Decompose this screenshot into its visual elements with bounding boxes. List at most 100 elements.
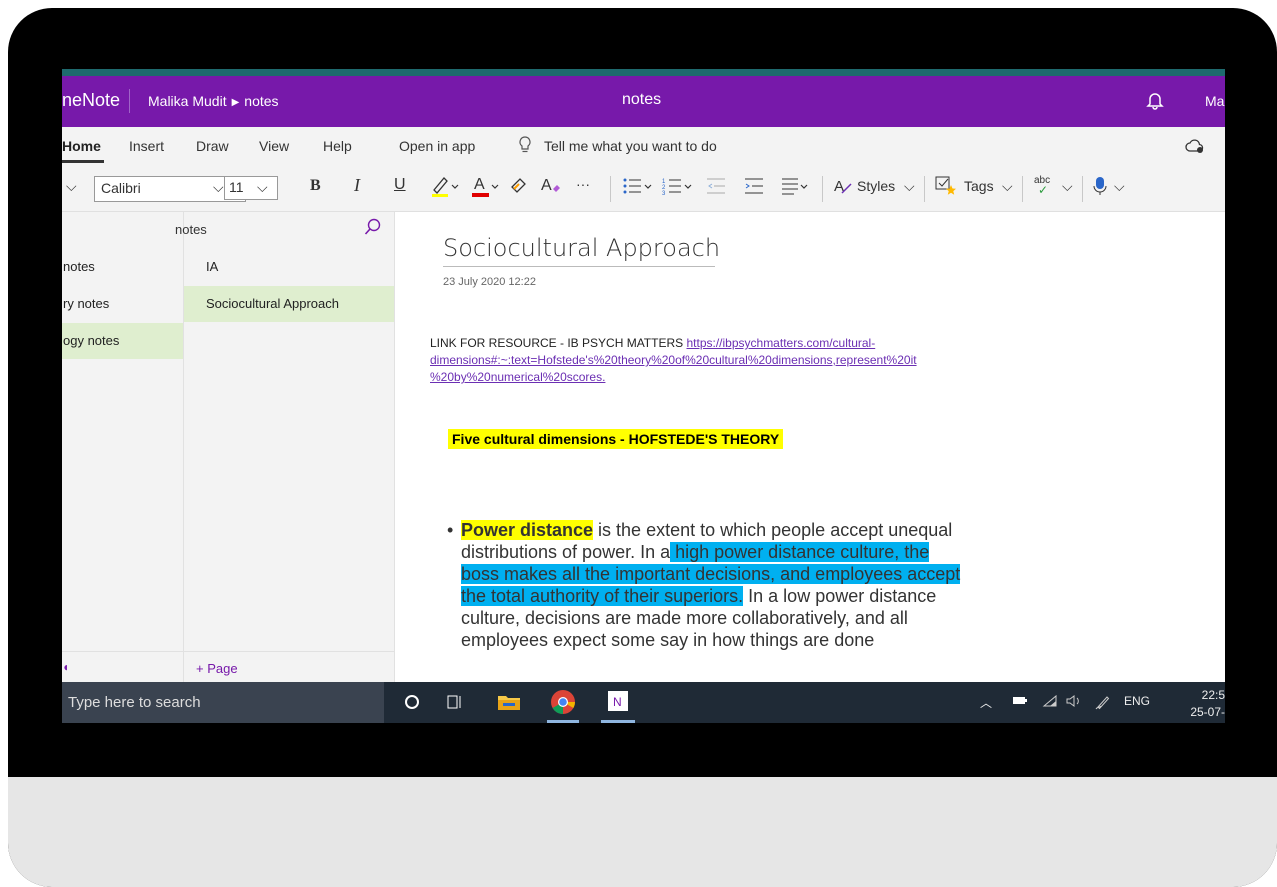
breadcrumb-owner[interactable]: Malika Mudit — [148, 93, 227, 109]
breadcrumb-notebook[interactable]: notes — [244, 93, 278, 109]
tell-me-search[interactable]: Tell me what you want to do — [544, 138, 717, 154]
font-color-icon[interactable]: A — [470, 173, 504, 202]
bullet-paragraph[interactable]: • Power distance is the extent to which p… — [447, 519, 961, 651]
document-title: notes — [622, 91, 662, 108]
tab-insert[interactable]: Insert — [129, 138, 164, 154]
font-family-value: Calibri — [101, 180, 141, 196]
tab-home[interactable]: Home — [62, 138, 101, 154]
font-size-select[interactable]: 11 ⌵ — [224, 176, 278, 200]
page-item[interactable]: IA — [184, 249, 394, 285]
page-item-selected[interactable]: Sociocultural Approach — [184, 286, 394, 322]
wifi-icon[interactable] — [1042, 694, 1058, 711]
italic-button[interactable]: I — [354, 175, 360, 196]
system-clock[interactable]: 22:5 25-07-2 — [1190, 687, 1225, 723]
device-chin — [8, 777, 1277, 887]
resource-link[interactable]: https://ibpsychmatters.com/cultural- — [686, 336, 875, 350]
task-view-icon[interactable] — [445, 692, 465, 717]
page-label: Sociocultural Approach — [206, 296, 339, 311]
chevron-down-icon: ⌵ — [213, 179, 224, 195]
volume-icon[interactable] — [1066, 694, 1082, 711]
sections-pane: notes ry notes ogy notes — [62, 212, 184, 682]
menu-bar: Home Insert Draw View Help Open in app T… — [62, 127, 1225, 167]
chrome-icon[interactable] — [550, 689, 576, 720]
tab-draw[interactable]: Draw — [196, 138, 229, 154]
chevron-down-icon: ⌵ — [257, 179, 268, 195]
pane-footer: ◖ + Page — [62, 651, 394, 683]
chevron-down-icon[interactable]: ⌵ — [1062, 178, 1073, 195]
tags-button[interactable]: Tags — [964, 178, 994, 194]
tag-star-icon[interactable] — [934, 175, 958, 200]
add-section-icon[interactable]: ◖ — [62, 660, 69, 674]
notebook-name: notes — [175, 222, 207, 237]
svg-text:3: 3 — [662, 191, 666, 197]
section-heading[interactable]: Five cultural dimensions - HOFSTEDE'S TH… — [448, 429, 784, 449]
clock-time: 22:5 — [1201, 688, 1225, 702]
chevron-down-icon[interactable]: ⌵ — [904, 178, 915, 195]
battery-icon[interactable] — [1012, 694, 1028, 709]
section-item-selected[interactable]: ogy notes — [62, 323, 183, 359]
file-explorer-icon[interactable] — [497, 692, 521, 717]
underline-button[interactable]: U — [394, 176, 406, 194]
page-date: 23 July 2020 12:22 — [443, 276, 536, 288]
highlighter-icon[interactable] — [430, 173, 464, 202]
tab-view[interactable]: View — [259, 138, 289, 154]
numbering-icon[interactable]: 123 — [662, 175, 696, 200]
resource-link[interactable]: %20by%20numerical%20scores. — [430, 370, 605, 384]
resource-link-paragraph[interactable]: LINK FOR RESOURCE - IB PSYCH MATTERS htt… — [430, 335, 1050, 386]
font-size-value: 11 — [229, 179, 244, 195]
link-prefix: LINK FOR RESOURCE - IB PSYCH MATTERS — [430, 336, 687, 350]
open-in-app-button[interactable]: Open in app — [399, 138, 475, 154]
chevron-down-icon[interactable]: ⌵ — [1002, 178, 1013, 195]
microphone-icon[interactable] — [1092, 175, 1108, 200]
app-name: neNote — [62, 90, 121, 110]
toolbar-separator — [610, 176, 611, 202]
bullet-icon: • — [447, 520, 454, 540]
resource-link[interactable]: dimensions#:~:text=Hofstede's%20theory%2… — [430, 353, 917, 367]
styles-button[interactable]: Styles — [857, 178, 895, 194]
section-item[interactable]: notes — [62, 249, 183, 285]
breadcrumb[interactable]: Malika Mudit ▶ notes — [148, 93, 279, 109]
tab-help[interactable]: Help — [323, 138, 352, 154]
onenote-icon[interactable]: N — [607, 690, 629, 717]
taskbar: Type here to search N ︿ ENG 22:5 25-07- — [62, 682, 1225, 723]
toolbar-separator — [924, 176, 925, 202]
chevron-down-icon[interactable]: ⌵ — [66, 178, 77, 195]
cortana-icon[interactable] — [402, 692, 422, 717]
spelling-button[interactable]: abc ✓ — [1034, 175, 1050, 197]
tab-home-underline — [62, 160, 104, 163]
pen-icon[interactable] — [1095, 694, 1111, 713]
more-options-button[interactable]: ··· — [576, 176, 590, 192]
bullets-icon[interactable] — [622, 175, 656, 200]
section-label: ogy notes — [63, 333, 120, 348]
cloud-sync-icon[interactable] — [1184, 138, 1206, 157]
add-page-button[interactable]: + Page — [196, 661, 238, 676]
user-avatar[interactable]: Ma — [1205, 93, 1224, 109]
active-app-indicator — [547, 720, 579, 723]
language-indicator[interactable]: ENG — [1124, 694, 1150, 708]
title-underline — [443, 266, 715, 267]
bell-icon[interactable] — [1146, 90, 1164, 115]
svg-text:A: A — [474, 176, 485, 193]
page-label: IA — [206, 259, 219, 274]
search-icon[interactable] — [364, 218, 382, 239]
taskbar-search[interactable]: Type here to search — [62, 682, 384, 723]
section-item[interactable]: ry notes — [62, 286, 183, 322]
section-label: notes — [63, 259, 95, 274]
page-title[interactable]: Sociocultural Approach — [443, 234, 720, 262]
title-bar: neNote Malika Mudit ▶ notes notes Ma — [62, 76, 1225, 127]
bold-button[interactable]: B — [310, 177, 321, 195]
paragraph-align-icon[interactable] — [780, 175, 814, 200]
format-painter-icon[interactable] — [509, 175, 529, 198]
chevron-down-icon[interactable]: ⌵ — [1114, 178, 1125, 195]
pane-divider — [183, 651, 184, 682]
note-canvas[interactable]: Sociocultural Approach 23 July 2020 12:2… — [395, 212, 1225, 682]
clear-formatting-icon[interactable]: A — [539, 173, 563, 200]
toolbar-separator — [1082, 176, 1083, 202]
chevron-up-icon[interactable]: ︿ — [980, 694, 992, 711]
decrease-indent-icon[interactable] — [705, 175, 727, 200]
ribbon-toolbar: ⌵ Calibri ⌵ 11 ⌵ B I U A A ··· 1 2 3 A S… — [62, 167, 1225, 212]
breadcrumb-arrow-icon: ▶ — [231, 97, 240, 108]
svg-text:N: N — [613, 695, 622, 709]
styles-icon[interactable]: A — [832, 175, 854, 200]
increase-indent-icon[interactable] — [743, 175, 765, 200]
